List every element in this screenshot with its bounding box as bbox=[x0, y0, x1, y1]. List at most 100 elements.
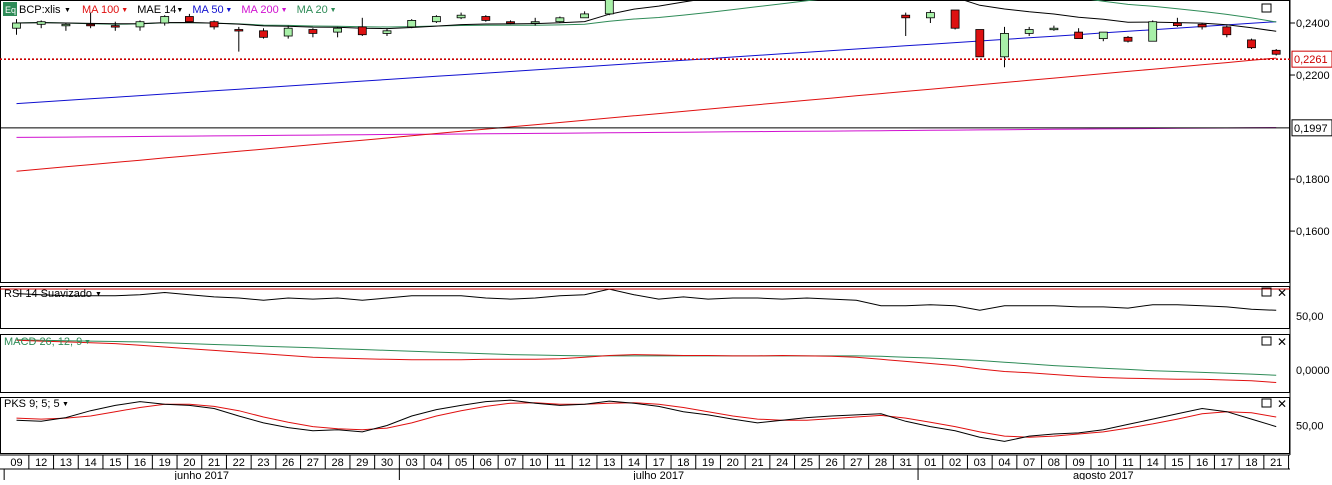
month-label: junho 2017 bbox=[174, 470, 229, 480]
date-label: 09 bbox=[10, 457, 22, 469]
price-tick-label: 0,2400 bbox=[1296, 18, 1330, 30]
date-label: 01 bbox=[924, 457, 936, 469]
candle-body bbox=[1074, 31, 1083, 40]
date-label: 30 bbox=[381, 457, 393, 469]
candle-body bbox=[135, 21, 145, 28]
candle-body bbox=[1123, 36, 1133, 42]
candle-body bbox=[407, 20, 417, 28]
candle-body bbox=[604, 0, 614, 15]
study-dropdown-icon[interactable]: ▼ bbox=[330, 7, 337, 14]
study-dropdown-icon[interactable]: ▼ bbox=[281, 7, 288, 14]
study-legend-item[interactable]: MA 200 bbox=[241, 4, 278, 16]
candle-body bbox=[184, 16, 194, 23]
date-label: 21 bbox=[208, 457, 220, 469]
study-legend-item[interactable]: MA 20 bbox=[297, 4, 328, 16]
pks-close-icon[interactable]: ✕ bbox=[1277, 397, 1287, 411]
candle-body bbox=[1049, 27, 1059, 31]
symbol-dropdown-icon[interactable]: ▼ bbox=[64, 7, 71, 14]
symbol-label[interactable]: BCP:xlis bbox=[19, 4, 61, 16]
date-label: 05 bbox=[455, 457, 467, 469]
rsi-panel-label[interactable]: RSI 14 Suavizado bbox=[4, 288, 92, 300]
date-label: 12 bbox=[35, 457, 47, 469]
date-label: 11 bbox=[1122, 457, 1133, 469]
candle-body bbox=[283, 27, 293, 37]
candle-body bbox=[530, 21, 540, 24]
study-legend-item[interactable]: MA 100 bbox=[82, 4, 119, 16]
macd-dropdown-icon[interactable]: ▼ bbox=[84, 339, 91, 346]
candle-body bbox=[1024, 29, 1034, 34]
candle-body bbox=[1222, 26, 1232, 36]
candle-body bbox=[36, 21, 46, 25]
date-label: 17 bbox=[1221, 457, 1233, 469]
date-label: 28 bbox=[875, 457, 887, 469]
candle-body bbox=[555, 17, 565, 23]
date-label: 11 bbox=[554, 457, 565, 469]
candle-body bbox=[259, 30, 268, 38]
study-dropdown-icon[interactable]: ▼ bbox=[225, 7, 232, 14]
rsi-dropdown-icon[interactable]: ▼ bbox=[95, 291, 102, 298]
macd-tick-label: 0,0000 bbox=[1296, 365, 1330, 377]
date-label: 19 bbox=[702, 457, 714, 469]
candle-body bbox=[160, 16, 170, 24]
month-label: julho 2017 bbox=[632, 470, 684, 480]
date-label: 16 bbox=[134, 457, 146, 469]
date-label: 24 bbox=[776, 457, 788, 469]
pks-dropdown-icon[interactable]: ▼ bbox=[62, 401, 69, 408]
candle-body bbox=[382, 30, 392, 34]
date-label: 21 bbox=[751, 457, 763, 469]
date-label: 27 bbox=[307, 457, 319, 469]
study-dropdown-icon[interactable]: ▼ bbox=[176, 7, 183, 14]
date-label: 18 bbox=[677, 457, 689, 469]
candle-body bbox=[110, 25, 120, 28]
candle-body bbox=[456, 14, 466, 19]
macd-panel-label[interactable]: MACD 26, 12, 9 bbox=[4, 336, 82, 348]
candle-body bbox=[1098, 31, 1108, 40]
date-label: 07 bbox=[504, 457, 516, 469]
date-label: 16 bbox=[1196, 457, 1208, 469]
candle-body bbox=[209, 21, 219, 28]
date-label: 19 bbox=[159, 457, 171, 469]
macd-close-icon[interactable]: ✕ bbox=[1277, 335, 1287, 349]
candle-body bbox=[950, 9, 960, 29]
candle-body bbox=[901, 14, 911, 19]
date-label: 03 bbox=[974, 457, 986, 469]
price-tick-label: 0,2200 bbox=[1296, 70, 1330, 82]
candle-body bbox=[926, 12, 935, 19]
candle-body bbox=[1271, 49, 1281, 55]
month-label: agosto 2017 bbox=[1073, 470, 1134, 480]
date-label: 14 bbox=[628, 457, 640, 469]
candle-body bbox=[975, 29, 985, 58]
date-label: 20 bbox=[183, 457, 195, 469]
date-label: 09 bbox=[1072, 457, 1084, 469]
stock-chart: 0,2261 0,1997 0,2400 0,2200 0,1800 0,1600 50,… bbox=[0, 0, 1332, 482]
study-dropdown-icon[interactable]: ▼ bbox=[121, 7, 128, 14]
candle-body bbox=[357, 26, 367, 36]
date-label: 08 bbox=[1048, 457, 1060, 469]
date-label: 27 bbox=[850, 457, 862, 469]
date-label: 29 bbox=[356, 457, 368, 469]
candle-body bbox=[506, 21, 515, 24]
date-label: 21 bbox=[1270, 457, 1282, 469]
candle-body bbox=[333, 27, 343, 33]
candle-body bbox=[1000, 33, 1009, 58]
study-legend-item[interactable]: MA 50 bbox=[192, 4, 223, 16]
candle-body bbox=[1148, 21, 1158, 42]
study-legend-item[interactable]: MAE 14 bbox=[137, 4, 176, 16]
date-label: 14 bbox=[84, 457, 96, 469]
date-label: 07 bbox=[1023, 457, 1035, 469]
date-label: 12 bbox=[578, 457, 590, 469]
date-label: 10 bbox=[1097, 457, 1109, 469]
date-label: 26 bbox=[282, 457, 294, 469]
date-label: 20 bbox=[727, 457, 739, 469]
candle-body bbox=[1173, 22, 1182, 27]
rsi-panel-frame bbox=[0, 286, 1290, 329]
rsi-close-icon[interactable]: ✕ bbox=[1277, 286, 1287, 300]
date-label: 02 bbox=[949, 457, 961, 469]
pks-tick-label: 50,00 bbox=[1296, 421, 1324, 433]
candle-body bbox=[234, 29, 244, 32]
date-label: 31 bbox=[900, 457, 912, 469]
date-label: 28 bbox=[331, 457, 343, 469]
pks-panel-label[interactable]: PKS 9; 5; 5 bbox=[4, 398, 60, 410]
macd-panel-frame bbox=[0, 334, 1290, 393]
date-label: 10 bbox=[529, 457, 541, 469]
